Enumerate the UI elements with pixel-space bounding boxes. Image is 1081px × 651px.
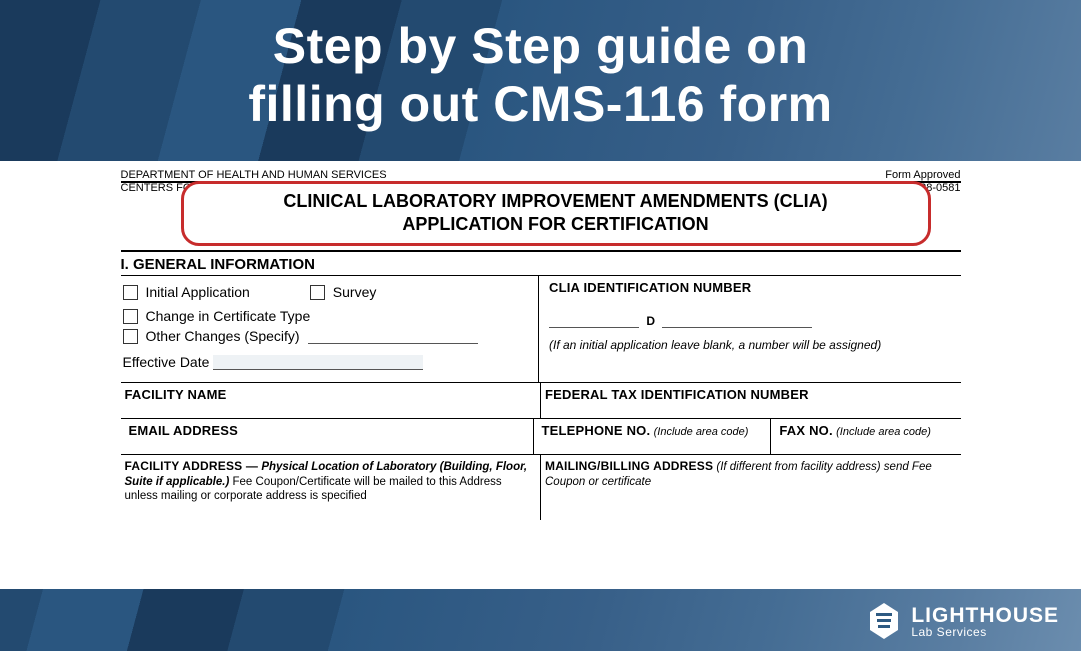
label-fax: FAX NO.	[779, 423, 832, 438]
title-line-2: filling out CMS-116 form	[20, 76, 1061, 134]
document-preview: DEPARTMENT OF HEALTH AND HUMAN SERVICES …	[0, 161, 1081, 589]
checkbox-initial-application[interactable]	[123, 285, 138, 300]
checkbox-other-changes[interactable]	[123, 329, 138, 344]
label-federal-tax: FEDERAL TAX IDENTIFICATION NUMBER	[545, 387, 809, 402]
dept-line-1: DEPARTMENT OF HEALTH AND HUMAN SERVICES	[121, 169, 387, 182]
label-change-certificate: Change in Certificate Type	[146, 308, 311, 324]
label-other-changes: Other Changes (Specify)	[146, 328, 300, 344]
clia-id-field-1[interactable]	[549, 313, 639, 328]
lighthouse-icon	[867, 601, 901, 641]
label-effective-date: Effective Date	[123, 354, 210, 370]
federal-tax-cell[interactable]: FEDERAL TAX IDENTIFICATION NUMBER	[540, 382, 961, 418]
facility-name-cell[interactable]: FACILITY NAME	[121, 382, 541, 418]
form-main-title-line1: CLINICAL LABORATORY IMPROVEMENT AMENDMEN…	[198, 190, 914, 213]
form-main-title-box: CLINICAL LABORATORY IMPROVEMENT AMENDMEN…	[181, 181, 931, 246]
checkbox-survey[interactable]	[310, 285, 325, 300]
checkbox-change-certificate[interactable]	[123, 309, 138, 324]
label-clia-id: CLIA IDENTIFICATION NUMBER	[549, 280, 955, 295]
clia-id-note: (If an initial application leave blank, …	[549, 338, 955, 352]
form-main-title-line2: APPLICATION FOR CERTIFICATION	[198, 213, 914, 236]
brand-name: LIGHTHOUSE	[911, 605, 1059, 626]
facility-address-cell[interactable]: FACILITY ADDRESS — Physical Location of …	[121, 454, 541, 519]
cms-116-form: DEPARTMENT OF HEALTH AND HUMAN SERVICES …	[121, 169, 961, 520]
email-cell[interactable]: EMAIL ADDRESS	[121, 418, 533, 454]
brand-subtitle: Lab Services	[911, 626, 1059, 638]
label-facility-name: FACILITY NAME	[125, 387, 227, 402]
fax-note: (Include area code)	[836, 426, 931, 438]
clia-id-block: CLIA IDENTIFICATION NUMBER D (If an init…	[538, 276, 961, 382]
title-line-1: Step by Step guide on	[20, 18, 1061, 76]
form-approved-label: Form Approved	[860, 169, 961, 182]
clia-id-field-2[interactable]	[662, 313, 812, 328]
section-1-row: Initial Application Survey Change in Cer…	[121, 276, 961, 382]
effective-date-field[interactable]	[213, 355, 423, 370]
slide-title: Step by Step guide on filling out CMS-11…	[0, 0, 1081, 161]
label-facility-address: FACILITY ADDRESS —	[125, 459, 259, 473]
fax-cell[interactable]: FAX NO. (Include area code)	[770, 418, 960, 454]
brand-footer: LIGHTHOUSE Lab Services	[867, 601, 1059, 641]
telephone-cell[interactable]: TELEPHONE NO. (Include area code)	[533, 418, 771, 454]
mailing-address-cell[interactable]: MAILING/BILLING ADDRESS (If different fr…	[540, 454, 961, 519]
label-survey: Survey	[333, 284, 377, 300]
label-initial-application: Initial Application	[146, 284, 250, 300]
other-changes-field[interactable]	[308, 329, 478, 344]
label-email: EMAIL ADDRESS	[129, 423, 239, 438]
label-telephone: TELEPHONE NO.	[542, 423, 651, 438]
telephone-note: (Include area code)	[654, 426, 749, 438]
clia-id-separator: D	[646, 314, 655, 328]
section-1-heading: I. GENERAL INFORMATION	[121, 256, 961, 273]
application-type-block: Initial Application Survey Change in Cer…	[121, 276, 539, 382]
brand-text: LIGHTHOUSE Lab Services	[911, 605, 1059, 638]
label-mailing-address: MAILING/BILLING ADDRESS	[545, 459, 713, 473]
